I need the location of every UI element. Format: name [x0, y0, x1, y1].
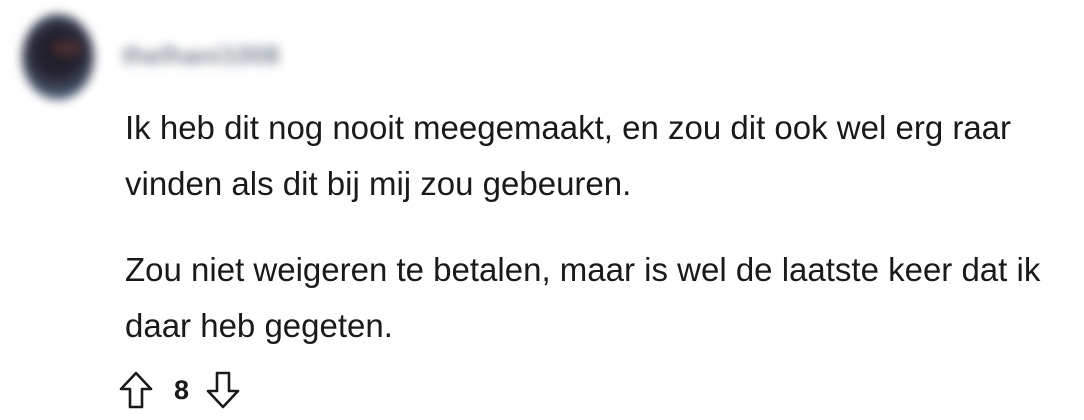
- upvote-button[interactable]: [116, 368, 156, 412]
- avatar[interactable]: [22, 14, 94, 100]
- comment-body: Ik heb dit nog nooit meegemaakt, en zou …: [125, 100, 1080, 354]
- upvote-arrow-icon: [119, 371, 153, 409]
- vote-bar: 8: [116, 368, 243, 412]
- avatar-detail: [52, 40, 82, 56]
- downvote-button[interactable]: [203, 368, 243, 412]
- vote-count: 8: [174, 374, 190, 405]
- downvote-arrow-icon: [206, 371, 240, 409]
- comment-paragraph-1: Ik heb dit nog nooit meegemaakt, en zou …: [125, 109, 1012, 202]
- username[interactable]: thelhani1008: [122, 40, 280, 71]
- comment: thelhani1008 Ik heb dit nog nooit meegem…: [0, 0, 1084, 420]
- comment-paragraph-2: Zou niet weigeren te betalen, maar is we…: [125, 251, 1041, 344]
